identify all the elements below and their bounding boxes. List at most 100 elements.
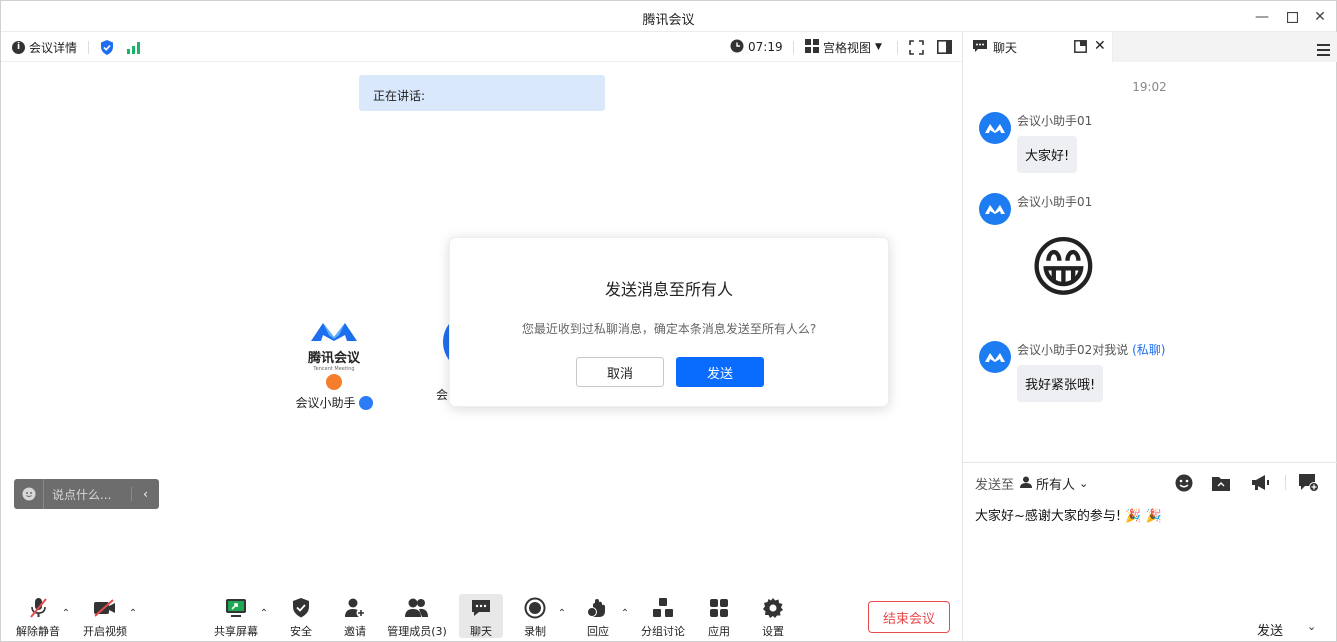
- send-to-selector[interactable]: 发送至 所有人 ⌄: [975, 474, 1088, 493]
- shield-icon: [273, 596, 329, 620]
- host-icon: [326, 374, 342, 390]
- add-media-icon[interactable]: [1298, 472, 1320, 494]
- react-button[interactable]: 回应: [570, 596, 626, 639]
- security-button[interactable]: 安全: [273, 596, 329, 639]
- settings-label: 设置: [762, 625, 784, 638]
- dialog-message: 您最近收到过私聊消息，确定本条消息发送至所有人么?: [521, 322, 817, 336]
- popout-icon[interactable]: [1074, 40, 1087, 56]
- confirm-send-button[interactable]: 发送: [676, 357, 764, 387]
- emoji-icon[interactable]: [14, 479, 44, 509]
- logo-text: 腾讯会议: [307, 351, 360, 366]
- settings-button[interactable]: 设置: [745, 596, 801, 639]
- info-icon: i: [12, 40, 25, 54]
- megaphone-icon[interactable]: [1249, 472, 1271, 494]
- menu-icon[interactable]: [1317, 41, 1330, 60]
- security-label: 安全: [290, 625, 312, 638]
- record-button[interactable]: 录制: [507, 596, 563, 639]
- meeting-toolbar-bottom: 解除静音 ⌃ 开启视频 ⌃ 共享屏幕 ⌃ 安全 邀请 管理成员(3) 聊天 录制…: [1, 592, 962, 641]
- window-title: 腾讯会议: [642, 13, 695, 28]
- send-button[interactable]: 发送: [1257, 620, 1283, 639]
- message-bubble: 大家好!: [1017, 136, 1078, 173]
- message-sender: 会议小助手02对我说 (私聊): [1017, 341, 1165, 358]
- view-label: 宫格视图: [823, 40, 872, 55]
- signal-icon[interactable]: [127, 39, 142, 55]
- gear-icon: [745, 596, 801, 620]
- close-chat-icon[interactable]: ✕: [1094, 38, 1106, 54]
- apps-button[interactable]: 应用: [691, 596, 747, 639]
- user-icon: [1020, 476, 1033, 492]
- chat-bubble-icon: [973, 39, 987, 55]
- chat-timestamp: 19:02: [1132, 80, 1167, 94]
- avatar[interactable]: [979, 341, 1011, 373]
- audio-options-caret[interactable]: ⌃: [60, 608, 72, 619]
- meeting-window: 腾讯会议 — ✕ i 会议详情 07:19 宫格视图 ▼ 正在讲话: 腾讯会议 …: [0, 0, 1337, 642]
- clock-icon: [730, 39, 744, 56]
- apps-icon: [691, 596, 747, 620]
- avatar[interactable]: [979, 112, 1011, 144]
- message-bubble: 我好紧张哦!: [1017, 365, 1104, 402]
- cancel-button[interactable]: 取消: [576, 357, 664, 387]
- chevron-down-icon: ⌄: [1079, 477, 1089, 490]
- emoji-icon[interactable]: [1173, 472, 1195, 494]
- unmute-button[interactable]: 解除静音: [10, 596, 66, 639]
- react-options-caret[interactable]: ⌃: [619, 608, 631, 619]
- video-label: 开启视频: [83, 625, 127, 638]
- share-screen-button[interactable]: 共享屏幕: [208, 596, 264, 639]
- meeting-info-button[interactable]: i 会议详情: [12, 39, 77, 55]
- send-options-icon[interactable]: ⌄: [1307, 620, 1316, 633]
- react-label: 回应: [587, 625, 609, 638]
- tab-chat[interactable]: 聊天 ✕: [963, 32, 1113, 62]
- end-meeting-button[interactable]: 结束会议: [868, 601, 950, 633]
- quick-chat-box[interactable]: 说点什么... ‹: [14, 479, 159, 509]
- fullscreen-icon[interactable]: [909, 39, 924, 55]
- avatar[interactable]: [979, 193, 1011, 225]
- invite-label: 邀请: [344, 625, 366, 638]
- security-shield-icon[interactable]: [100, 39, 114, 55]
- title-bar: 腾讯会议 — ✕: [1, 1, 1336, 32]
- chat-button[interactable]: 聊天: [459, 594, 503, 638]
- participant-name-partial: 会: [436, 388, 449, 402]
- speaking-indicator: 正在讲话:: [359, 75, 605, 111]
- chevron-down-icon: ▼: [875, 42, 882, 52]
- view-switch-button[interactable]: 宫格视图 ▼: [805, 38, 882, 56]
- sidebar-toggle-icon[interactable]: [937, 39, 952, 55]
- participant-name: 会议小助手: [295, 396, 356, 410]
- share-options-caret[interactable]: ⌃: [258, 608, 270, 619]
- chat-tab-label: 聊天: [993, 40, 1018, 55]
- chat-input-area: 发送至 所有人 ⌄ 大家好~感谢大家的参与! 🎉 🎉 发送 ⌄: [963, 462, 1337, 641]
- message-input[interactable]: 大家好~感谢大家的参与! 🎉 🎉: [975, 505, 1162, 524]
- record-options-caret[interactable]: ⌃: [556, 608, 568, 619]
- grinning-emoji-message: 😁: [1029, 229, 1098, 306]
- record-label: 录制: [524, 625, 546, 638]
- send-to-target[interactable]: 所有人 ⌄: [1020, 474, 1088, 493]
- breakout-rooms-button[interactable]: 分组讨论: [635, 596, 691, 639]
- maximize-icon[interactable]: [1282, 7, 1302, 27]
- raise-hand-icon: [570, 596, 626, 620]
- video-options-caret[interactable]: ⌃: [127, 608, 139, 619]
- mic-icon: [358, 395, 373, 410]
- muted-mic-icon: [10, 596, 66, 620]
- manage-members-button[interactable]: 管理成员(3): [384, 596, 450, 639]
- minimize-icon[interactable]: —: [1252, 7, 1272, 27]
- sender-name: 会议小助手02对我说: [1017, 343, 1129, 357]
- chat-panel: 聊天 ✕ 19:02 会议小助手01 大家好! 会议小助手01 😁 会议小助手0…: [962, 32, 1337, 641]
- duration-text: 07:19: [748, 40, 783, 54]
- close-icon[interactable]: ✕: [1310, 7, 1330, 27]
- share-screen-icon: [208, 596, 264, 620]
- chat-label: 聊天: [470, 625, 492, 638]
- start-video-button[interactable]: 开启视频: [77, 596, 133, 639]
- message-sender: 会议小助手01: [1017, 195, 1093, 209]
- invite-button[interactable]: 邀请: [327, 596, 383, 639]
- quick-chat-input[interactable]: 说点什么...: [44, 486, 131, 503]
- meeting-info-label: 会议详情: [29, 40, 78, 55]
- logo-subtext: Tencent Meeting: [313, 366, 355, 372]
- chat-icon: [459, 596, 503, 620]
- collapse-icon[interactable]: ‹: [131, 487, 159, 501]
- members-icon: [384, 596, 450, 620]
- confirm-dialog: 发送消息至所有人 您最近收到过私聊消息，确定本条消息发送至所有人么? 取消 发送: [449, 237, 889, 407]
- members-label: 管理成员(3): [387, 625, 447, 638]
- apps-label: 应用: [708, 625, 730, 638]
- folder-icon[interactable]: [1210, 472, 1232, 494]
- participant-tile[interactable]: 腾讯会议 Tencent Meeting 会议小助手: [284, 317, 384, 411]
- grid-icon: [805, 38, 819, 56]
